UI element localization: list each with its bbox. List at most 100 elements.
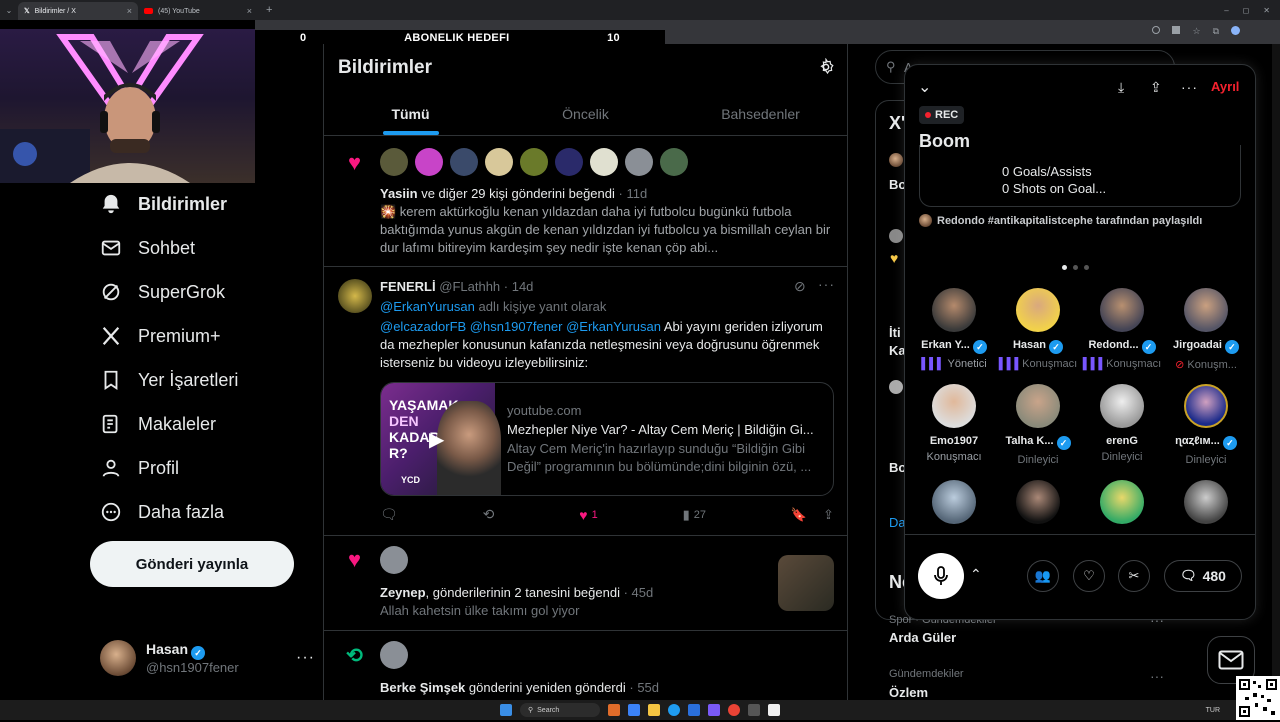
- edge-icon[interactable]: [668, 704, 680, 716]
- restore-icon[interactable]: ◻: [1243, 6, 1250, 15]
- star-icon[interactable]: ☆: [1192, 26, 1200, 37]
- speaker[interactable]: Hasan ✓ ▌▌▌Konuşmacı: [996, 288, 1080, 370]
- speaker[interactable]: Jirgoadai ✓ ⊘ Konuşm...: [1164, 288, 1248, 371]
- speaker[interactable]: ɳαȥℓιм... ✓ Dinleyici: [1164, 384, 1248, 466]
- avatar[interactable]: [380, 641, 408, 669]
- browser-tab-youtube[interactable]: (45) YouTube ×: [138, 2, 258, 20]
- notification-like-summary[interactable]: Yasiin ve diğer 29 kişi gönderini beğend…: [380, 185, 835, 203]
- tab-priority[interactable]: Öncelik: [498, 96, 673, 135]
- reply-icon[interactable]: 🗨: [380, 506, 398, 523]
- bookmark-icon[interactable]: 🔖: [791, 507, 807, 523]
- sidebar-item-articles[interactable]: Makaleler: [100, 402, 320, 446]
- avatar[interactable]: [590, 148, 618, 176]
- play-icon[interactable]: ▶: [429, 427, 453, 451]
- gear-icon[interactable]: [817, 58, 835, 76]
- sidebar-item-bookmarks[interactable]: Yer İşaretleri: [100, 358, 320, 402]
- speaker[interactable]: Redond... ✓ ▌▌▌Konuşmacı: [1080, 288, 1164, 370]
- sidebar-item-chat[interactable]: Sohbet: [100, 226, 320, 270]
- close-icon[interactable]: ×: [247, 6, 252, 16]
- tab-mentions[interactable]: Bahsedenler: [673, 96, 848, 135]
- more-options-icon[interactable]: ···: [296, 649, 315, 667]
- people-button[interactable]: 👥: [1027, 560, 1059, 592]
- language-indicator[interactable]: TUR: [1206, 707, 1220, 714]
- speaker[interactable]: [996, 480, 1080, 524]
- avatar[interactable]: [338, 279, 372, 313]
- window-close-icon[interactable]: ✕: [1263, 6, 1270, 15]
- speaker[interactable]: erenG Dinleyici: [1080, 384, 1164, 463]
- close-icon[interactable]: ×: [127, 6, 132, 16]
- avatar[interactable]: [555, 148, 583, 176]
- tab-search-icon[interactable]: ⌄: [0, 6, 18, 15]
- speaker[interactable]: [1080, 480, 1164, 524]
- speaker[interactable]: [1164, 480, 1248, 524]
- avatar[interactable]: [380, 148, 408, 176]
- discord-icon[interactable]: [708, 704, 720, 716]
- post-button[interactable]: Gönderi yayınla: [90, 541, 294, 587]
- react-button[interactable]: ♡: [1073, 560, 1105, 592]
- actor-name[interactable]: Berke Şimşek: [380, 680, 465, 695]
- leave-space-button[interactable]: Ayrıl: [1211, 79, 1239, 94]
- chevron-up-icon[interactable]: ⌃: [970, 566, 982, 583]
- minimize-icon[interactable]: –: [1224, 6, 1228, 15]
- zoom-icon[interactable]: [1152, 26, 1161, 34]
- like-button[interactable]: ♥ 1: [579, 507, 597, 523]
- mic-button[interactable]: [918, 553, 964, 599]
- speaker[interactable]: Talha K... ✓ Dinleyici: [996, 384, 1080, 466]
- avatar[interactable]: [485, 148, 513, 176]
- timestamp[interactable]: · 14d: [504, 279, 534, 294]
- notification-repost-summary[interactable]: Berke Şimşek gönderini yeniden gönderdi …: [380, 679, 659, 697]
- folder-icon[interactable]: [648, 704, 660, 716]
- actor-name[interactable]: Zeynep: [380, 585, 426, 600]
- start-icon[interactable]: [500, 704, 512, 716]
- share-icon[interactable]: ⇪: [823, 507, 834, 523]
- extensions-icon[interactable]: ⧉: [1213, 26, 1219, 37]
- avatar[interactable]: [380, 546, 408, 574]
- notification-like-summary[interactable]: Zeynep, gönderilerinin 2 tanesini beğend…: [380, 584, 653, 602]
- sidebar-item-profile[interactable]: Profil: [100, 446, 320, 490]
- clip-button[interactable]: ✂: [1118, 560, 1150, 592]
- carousel-dots[interactable]: [1062, 265, 1089, 270]
- avatar[interactable]: [450, 148, 478, 176]
- obs-icon[interactable]: [748, 704, 760, 716]
- avatar[interactable]: [660, 148, 688, 176]
- avatar[interactable]: [625, 148, 653, 176]
- browser-tab-x[interactable]: 𝕏 Bildirimler / X ×: [18, 2, 138, 20]
- trend-name[interactable]: Arda Güler: [889, 630, 956, 645]
- share-icon[interactable]: ⇪: [1150, 79, 1162, 96]
- retweet-icon[interactable]: ⟲: [483, 506, 495, 523]
- views-button[interactable]: ▮ 27: [683, 507, 706, 523]
- app-icon[interactable]: [628, 704, 640, 716]
- new-tab-button[interactable]: +: [266, 4, 272, 16]
- grok-icon[interactable]: ⊘: [794, 278, 806, 295]
- liked-media-thumbnail[interactable]: [778, 555, 834, 611]
- speaker[interactable]: [912, 480, 996, 524]
- more-options-icon[interactable]: ···: [1150, 668, 1164, 684]
- avatar[interactable]: [415, 148, 443, 176]
- minimize-space-icon[interactable]: ⤓: [1118, 79, 1124, 96]
- more-options-icon[interactable]: ···: [818, 276, 835, 292]
- tab-all[interactable]: Tümü: [323, 96, 498, 135]
- sidebar-item-notifications[interactable]: Bildirimler: [100, 182, 320, 226]
- comments-button[interactable]: 🗨 480: [1164, 560, 1242, 592]
- translate-icon[interactable]: [1172, 26, 1181, 34]
- sidebar-item-premium[interactable]: Premium+: [100, 314, 320, 358]
- chevron-down-icon[interactable]: ⌄: [918, 77, 931, 97]
- more-options-icon[interactable]: ···: [1181, 79, 1198, 95]
- replying-to-user[interactable]: @ErkanYurusan: [380, 299, 475, 314]
- taskbar-search[interactable]: ⚲ Search: [520, 703, 600, 717]
- account-switcher[interactable]: Hasan ✓ @hsn1907fener ···: [100, 640, 315, 676]
- trend-name[interactable]: Özlem: [889, 685, 928, 700]
- pinned-post[interactable]: 0 Goals/Assists 0 Shots on Goal...: [919, 145, 1241, 207]
- sidebar-item-more[interactable]: Daha fazla: [100, 490, 320, 534]
- mentions[interactable]: @elcazadorFB @hsn1907fener @ErkanYurusan: [380, 319, 661, 334]
- app-icon[interactable]: [768, 704, 780, 716]
- actor-name[interactable]: Yasiin: [380, 186, 418, 201]
- author-handle[interactable]: @FLathhh: [439, 279, 500, 294]
- profile-icon[interactable]: [1231, 26, 1240, 35]
- author-name[interactable]: FENERLİ: [380, 279, 436, 294]
- avatar[interactable]: [520, 148, 548, 176]
- link-preview-card[interactable]: YAŞAMAK DEN KADAR R? ▶ YCD youtube.com M…: [380, 382, 834, 496]
- scrollbar[interactable]: [1272, 44, 1280, 700]
- sidebar-item-supergrok[interactable]: SuperGrok: [100, 270, 320, 314]
- app-icon[interactable]: [688, 704, 700, 716]
